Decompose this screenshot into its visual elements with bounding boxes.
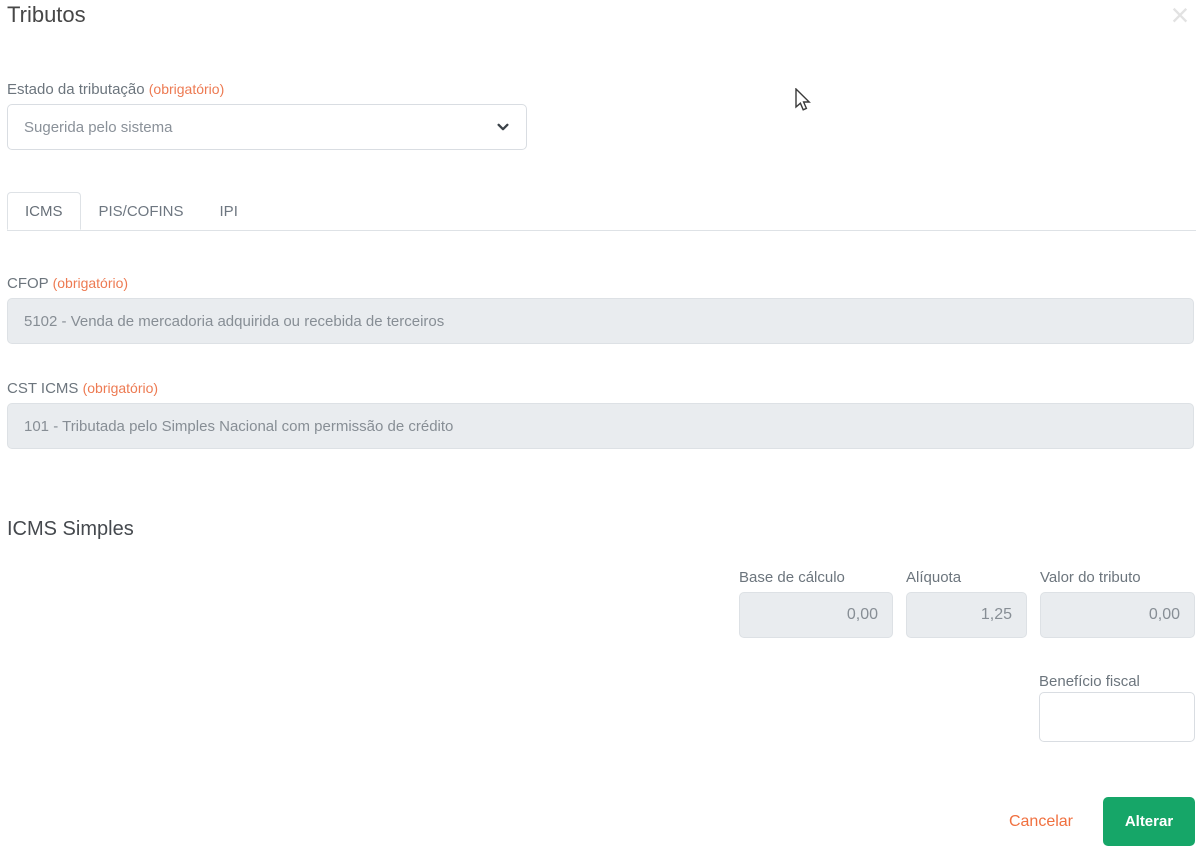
- aliquota-input: [906, 592, 1027, 638]
- tributos-modal: Tributos × Estado da tributação (obrigat…: [0, 0, 1199, 846]
- close-icon[interactable]: ×: [1163, 0, 1197, 32]
- cancel-button[interactable]: Cancelar: [1009, 813, 1073, 831]
- required-marker: (obrigatório): [82, 380, 159, 396]
- required-marker: (obrigatório): [52, 275, 129, 291]
- modal-footer: Cancelar Alterar: [7, 797, 1196, 846]
- valor-tributo-label: Valor do tributo: [1040, 569, 1141, 586]
- beneficio-fiscal-input[interactable]: [1039, 692, 1195, 742]
- icms-simples-values-row: Base de cálculo Alíquota Valor do tribut…: [7, 568, 1196, 638]
- cfop-input: [7, 298, 1194, 344]
- estado-tributacao-selected-value: Sugerida pelo sistema: [24, 118, 173, 136]
- aliquota-field: Alíquota: [906, 568, 1027, 638]
- beneficio-fiscal-label: Benefício fiscal: [1039, 673, 1140, 690]
- cfop-label: CFOP (obrigatório): [7, 275, 129, 292]
- tax-tabs: ICMS PIS/COFINS IPI: [7, 192, 1196, 231]
- cst-icms-label: CST ICMS (obrigatório): [7, 380, 159, 397]
- base-calculo-input: [739, 592, 893, 638]
- base-calculo-field: Base de cálculo: [739, 568, 893, 638]
- tab-icms[interactable]: ICMS: [7, 192, 81, 230]
- page-title: Tributos: [7, 2, 86, 27]
- valor-tributo-input: [1040, 592, 1195, 638]
- beneficio-fiscal-field: Benefício fiscal: [7, 672, 1196, 742]
- tab-ipi[interactable]: IPI: [202, 192, 256, 230]
- alterar-button[interactable]: Alterar: [1103, 797, 1195, 846]
- icms-simples-heading: ICMS Simples: [7, 518, 134, 540]
- cst-icms-input: [7, 403, 1194, 449]
- aliquota-label: Alíquota: [906, 569, 962, 586]
- base-calculo-label: Base de cálculo: [739, 569, 845, 586]
- required-marker: (obrigatório): [148, 81, 225, 97]
- estado-tributacao-select[interactable]: Sugerida pelo sistema: [7, 104, 527, 150]
- chevron-down-icon: [497, 123, 509, 131]
- estado-tributacao-label: Estado da tributação (obrigatório): [7, 81, 225, 98]
- tab-pis-cofins[interactable]: PIS/COFINS: [81, 192, 202, 230]
- valor-tributo-field: Valor do tributo: [1040, 568, 1195, 638]
